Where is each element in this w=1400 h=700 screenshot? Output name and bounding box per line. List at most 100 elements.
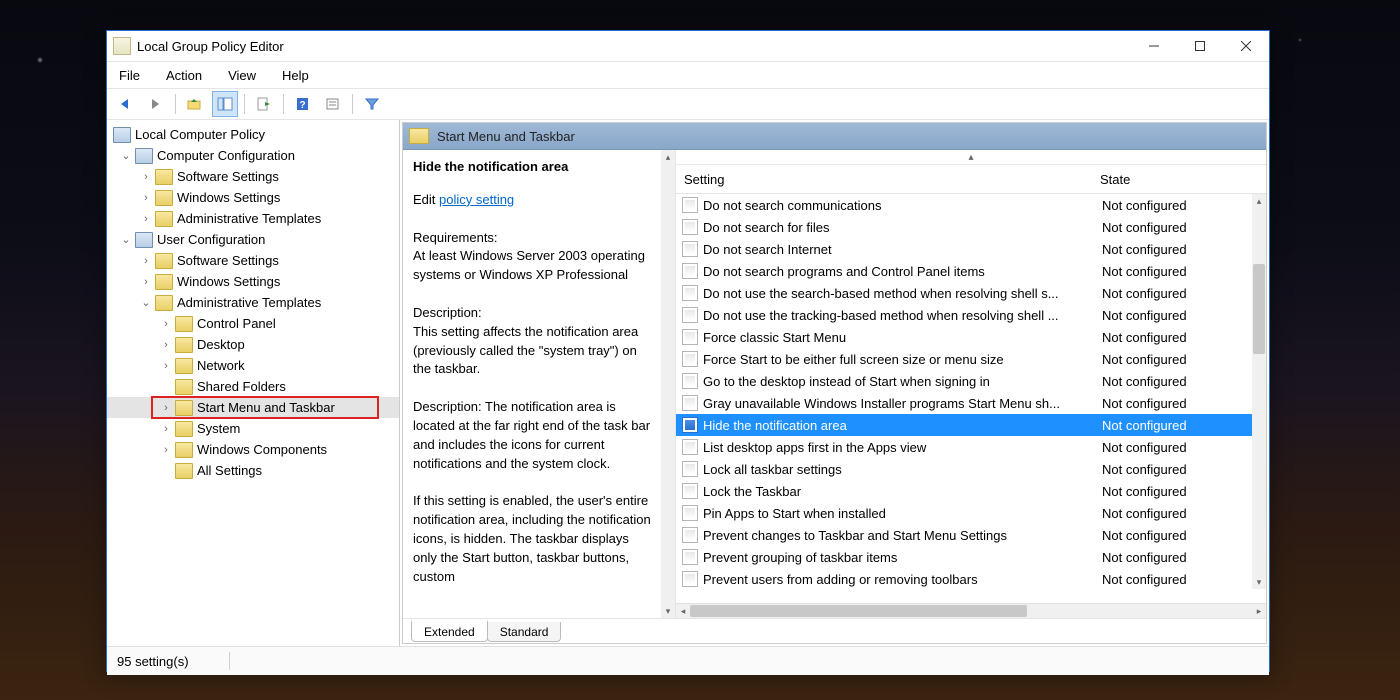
detail-scrollbar[interactable]: ▴ ▾ (661, 150, 675, 618)
close-button[interactable] (1223, 31, 1269, 61)
tree-item[interactable]: ›Network (107, 355, 399, 376)
setting-name: Hide the notification area (703, 418, 1102, 433)
chevron-right-icon[interactable]: › (139, 255, 153, 267)
setting-name: Pin Apps to Start when installed (703, 506, 1102, 521)
chevron-right-icon[interactable]: › (139, 276, 153, 288)
table-row[interactable]: Lock the TaskbarNot configured (676, 480, 1252, 502)
policy-item-icon (682, 505, 698, 521)
tree-item[interactable]: ›Control Panel (107, 313, 399, 334)
maximize-button[interactable] (1177, 31, 1223, 61)
minimize-button[interactable] (1131, 31, 1177, 61)
up-button[interactable] (182, 91, 208, 117)
tree-item[interactable]: All Settings (107, 460, 399, 481)
toolbar-sep (352, 94, 353, 114)
menu-file[interactable]: File (115, 66, 144, 85)
col-setting[interactable]: Setting (676, 172, 1092, 187)
scroll-left-icon[interactable]: ◂ (676, 604, 690, 618)
scroll-thumb[interactable] (690, 605, 1027, 617)
tree-item[interactable]: ›Software Settings (107, 250, 399, 271)
col-state[interactable]: State (1092, 172, 1266, 187)
list-rows[interactable]: Do not search communicationsNot configur… (676, 194, 1266, 603)
filter-button[interactable] (359, 91, 385, 117)
status-count: 95 setting(s) (117, 654, 229, 669)
tab-extended[interactable]: Extended (411, 620, 488, 642)
tree-item-start-menu[interactable]: ›Start Menu and Taskbar (107, 397, 399, 418)
edit-policy-link[interactable]: policy setting (439, 192, 514, 207)
setting-name: Lock all taskbar settings (703, 462, 1102, 477)
properties-button[interactable] (320, 91, 346, 117)
nav-tree[interactable]: Local Computer Policy ⌄ Computer Configu… (107, 120, 400, 646)
setting-state: Not configured (1102, 484, 1252, 499)
chevron-right-icon[interactable]: › (159, 318, 173, 330)
tree-item[interactable]: ›Windows Settings (107, 271, 399, 292)
table-row[interactable]: Force classic Start MenuNot configured (676, 326, 1252, 348)
horizontal-scrollbar[interactable]: ◂ ▸ (676, 603, 1266, 618)
table-row[interactable]: Prevent changes to Taskbar and Start Men… (676, 524, 1252, 546)
chevron-right-icon[interactable]: › (159, 423, 173, 435)
table-row[interactable]: Hide the notification areaNot configured (676, 414, 1252, 436)
chevron-right-icon[interactable]: › (159, 444, 173, 456)
table-row[interactable]: Prevent grouping of taskbar itemsNot con… (676, 546, 1252, 568)
tree-item[interactable]: ›System (107, 418, 399, 439)
setting-state: Not configured (1102, 220, 1252, 235)
chevron-right-icon[interactable]: › (139, 171, 153, 183)
folder-icon (175, 400, 193, 416)
tree-item[interactable]: ›Windows Settings (107, 187, 399, 208)
menu-help[interactable]: Help (278, 66, 313, 85)
tab-standard[interactable]: Standard (487, 622, 562, 642)
scroll-up-icon[interactable]: ▴ (1252, 194, 1266, 208)
setting-state: Not configured (1102, 440, 1252, 455)
tree-admin-templates[interactable]: ⌄Administrative Templates (107, 292, 399, 313)
table-row[interactable]: Lock all taskbar settingsNot configured (676, 458, 1252, 480)
chevron-right-icon[interactable]: › (139, 192, 153, 204)
table-row[interactable]: Do not search communicationsNot configur… (676, 194, 1252, 216)
list-scroll-up[interactable]: ▴ (676, 150, 1266, 165)
chevron-down-icon[interactable]: ⌄ (119, 233, 133, 246)
forward-button[interactable] (143, 91, 169, 117)
tree-computer-config[interactable]: ⌄ Computer Configuration (107, 145, 399, 166)
tree-item[interactable]: ›Desktop (107, 334, 399, 355)
setting-name: Do not search communications (703, 198, 1102, 213)
table-row[interactable]: Force Start to be either full screen siz… (676, 348, 1252, 370)
tree-item[interactable]: ›Software Settings (107, 166, 399, 187)
tree-root[interactable]: Local Computer Policy (107, 124, 399, 145)
scroll-down-icon[interactable]: ▾ (661, 604, 675, 618)
back-button[interactable] (113, 91, 139, 117)
view-tabs: Extended Standard (403, 618, 1266, 643)
table-row[interactable]: Gray unavailable Windows Installer progr… (676, 392, 1252, 414)
tree-item[interactable]: Shared Folders (107, 376, 399, 397)
tree-item[interactable]: ›Windows Components (107, 439, 399, 460)
export-button[interactable] (251, 91, 277, 117)
table-row[interactable]: Do not use the tracking-based method whe… (676, 304, 1252, 326)
app-icon (113, 37, 131, 55)
scroll-down-icon[interactable]: ▾ (1252, 575, 1266, 589)
scroll-thumb[interactable] (1253, 264, 1265, 354)
table-row[interactable]: Do not use the search-based method when … (676, 282, 1252, 304)
table-row[interactable]: Do not search programs and Control Panel… (676, 260, 1252, 282)
menu-view[interactable]: View (224, 66, 260, 85)
menu-action[interactable]: Action (162, 66, 206, 85)
table-row[interactable]: List desktop apps first in the Apps view… (676, 436, 1252, 458)
scroll-up-icon[interactable]: ▴ (661, 150, 675, 164)
table-row[interactable]: Do not search InternetNot configured (676, 238, 1252, 260)
setting-state: Not configured (1102, 264, 1252, 279)
vertical-scrollbar[interactable]: ▴ ▾ (1252, 194, 1266, 589)
folder-icon (155, 253, 173, 269)
show-tree-button[interactable] (212, 91, 238, 117)
chevron-right-icon[interactable]: › (159, 402, 173, 414)
help-button[interactable]: ? (290, 91, 316, 117)
requirements-text: At least Windows Server 2003 operating s… (413, 247, 651, 285)
scroll-right-icon[interactable]: ▸ (1252, 604, 1266, 618)
chevron-right-icon[interactable]: › (139, 213, 153, 225)
table-row[interactable]: Go to the desktop instead of Start when … (676, 370, 1252, 392)
table-row[interactable]: Prevent users from adding or removing to… (676, 568, 1252, 590)
chevron-right-icon[interactable]: › (159, 360, 173, 372)
table-row[interactable]: Do not search for filesNot configured (676, 216, 1252, 238)
chevron-down-icon[interactable]: ⌄ (139, 296, 153, 309)
table-row[interactable]: Pin Apps to Start when installedNot conf… (676, 502, 1252, 524)
chevron-down-icon[interactable]: ⌄ (119, 149, 133, 162)
tree-user-config[interactable]: ⌄ User Configuration (107, 229, 399, 250)
chevron-right-icon[interactable]: › (159, 339, 173, 351)
policy-item-icon (682, 439, 698, 455)
tree-item[interactable]: ›Administrative Templates (107, 208, 399, 229)
